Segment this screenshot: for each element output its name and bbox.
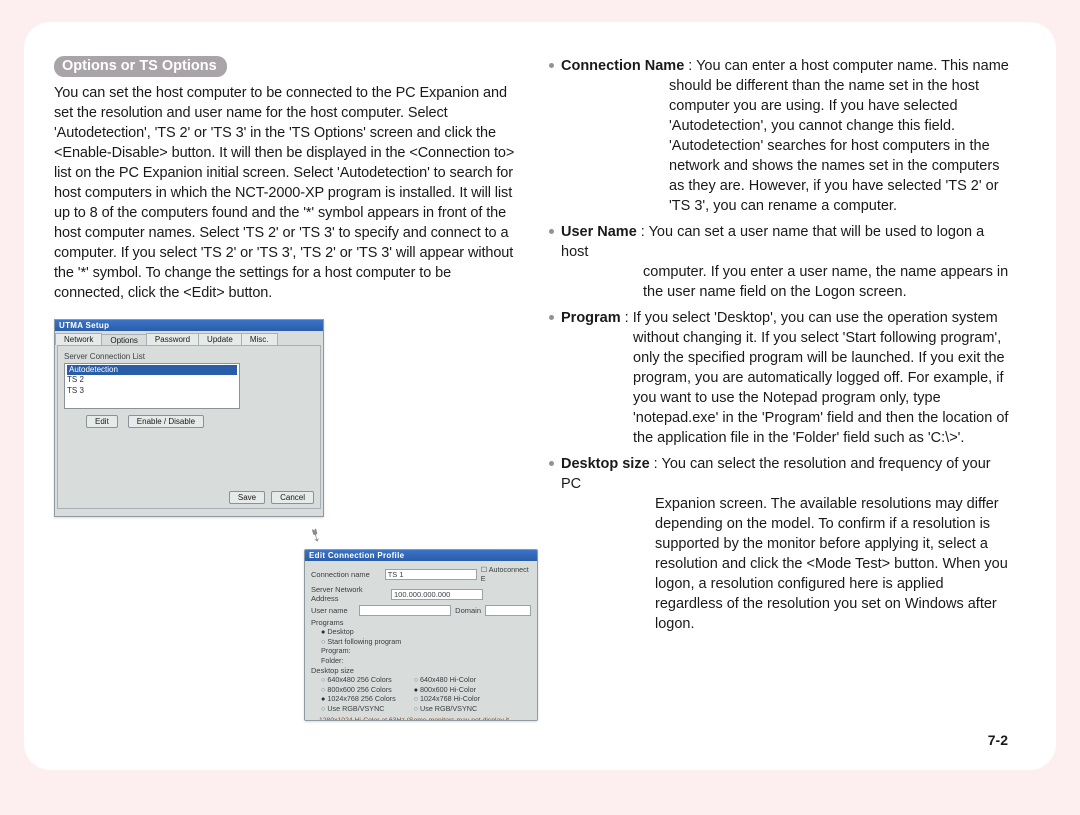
resolution-option[interactable]: 1024x768 256 Colors	[321, 694, 396, 704]
tab-network[interactable]: Network	[55, 333, 102, 345]
tab-update[interactable]: Update	[198, 333, 242, 345]
edit-button[interactable]: Edit	[86, 415, 118, 428]
tab-misc[interactable]: Misc.	[241, 333, 278, 345]
bullet-title: Program	[561, 310, 621, 326]
options-panel: Server Connection List Autodetection TS …	[57, 345, 321, 509]
tab-strip: Network Options Password Update Misc.	[55, 331, 323, 345]
server-list-label: Server Connection List	[64, 352, 314, 361]
server-address-label: Server Network Address	[311, 585, 387, 603]
user-name-input[interactable]	[359, 605, 451, 616]
bullet-title: Desktop size	[561, 456, 650, 472]
left-column: Options or TS Options You can set the ho…	[54, 56, 521, 750]
bullet-title: User Name	[561, 224, 637, 240]
programs-label: Programs	[311, 618, 531, 627]
domain-input[interactable]	[485, 605, 531, 616]
bullet-rest: should be different than the name set in…	[561, 76, 1014, 216]
list-item[interactable]: TS 2	[67, 375, 237, 385]
programs-group: Desktop Start following program Program:…	[321, 627, 531, 666]
resolution-option[interactable]: Use RGB/VSYNC	[321, 704, 396, 714]
radio-desktop[interactable]: Desktop	[321, 627, 531, 637]
manual-page: Options or TS Options You can set the ho…	[24, 22, 1056, 770]
folder-label: Folder:	[321, 656, 531, 666]
tab-password[interactable]: Password	[146, 333, 199, 345]
resolution-option[interactable]: 640x480 256 Colors	[321, 675, 396, 685]
section-title: Options or TS Options	[54, 56, 227, 77]
bullet-rest: Expanion screen. The available resolutio…	[561, 494, 1014, 634]
cancel-button[interactable]: Cancel	[271, 491, 314, 504]
resolution-option[interactable]: 800x600 Hi-Color	[414, 685, 480, 695]
right-column: Connection Name : You can enter a host c…	[547, 56, 1014, 750]
page-number: 7-2	[988, 732, 1008, 748]
screenshots-area: UTMA Setup Network Options Password Upda…	[54, 317, 521, 647]
desktop-size-label: Desktop size	[311, 666, 531, 675]
resolution-option[interactable]: 1024x768 Hi-Color	[414, 694, 480, 704]
bullet-title: Connection Name	[561, 58, 684, 74]
enable-disable-button[interactable]: Enable / Disable	[128, 415, 204, 428]
window-title: UTMA Setup	[55, 320, 323, 331]
bullet-rest: computer. If you enter a user name, the …	[561, 262, 1014, 302]
edit-profile-screenshot: Edit Connection Profile Connection name …	[304, 549, 538, 721]
options-body: You can set the host computer to be conn…	[54, 83, 521, 303]
resolution-option[interactable]: Use RGB/VSYNC	[414, 704, 480, 714]
connection-name-label: Connection name	[311, 570, 381, 579]
resolution-group: 640x480 256 Colors 800x600 256 Colors 10…	[321, 675, 531, 714]
radio-start-program[interactable]: Start following program	[321, 637, 531, 647]
resolution-option[interactable]: 800x600 256 Colors	[321, 685, 396, 695]
resolution-option[interactable]: 640x480 Hi-Color	[414, 675, 480, 685]
arrow-icon: ➷	[304, 523, 328, 549]
bullet-item: Connection Name : You can enter a host c…	[547, 56, 1014, 216]
list-item[interactable]: Autodetection	[67, 365, 237, 375]
domain-label: Domain	[455, 606, 481, 615]
list-item[interactable]: TS 3	[67, 386, 237, 396]
edit-profile-form: Connection name TS 1 Autoconnect E Serve…	[305, 561, 537, 721]
user-name-label: User name	[311, 606, 355, 615]
autoconnect-checkbox[interactable]: Autoconnect E	[481, 565, 531, 583]
bullet-rest: without changing it. If you select 'Star…	[561, 328, 1014, 448]
bullet-item: Program : If you select 'Desktop', you c…	[547, 308, 1014, 448]
bullet-item: Desktop size : You can select the resolu…	[547, 454, 1014, 634]
bullet-item: User Name : You can set a user name that…	[547, 222, 1014, 302]
bullet-lead: : If you select 'Desktop', you can use t…	[621, 310, 998, 326]
bullet-lead: : You can enter a host computer name. Th…	[684, 58, 1009, 74]
save-button[interactable]: Save	[229, 491, 265, 504]
resolution-note: 1280x1024 Hi-Color at 63Hz (Some monitor…	[319, 717, 531, 721]
ts-options-screenshot: UTMA Setup Network Options Password Upda…	[54, 319, 324, 517]
connection-name-input[interactable]: TS 1	[385, 569, 477, 580]
server-connection-list[interactable]: Autodetection TS 2 TS 3	[64, 363, 240, 409]
program-label: Program:	[321, 646, 531, 656]
server-address-input[interactable]: 100.000.000.000	[391, 589, 483, 600]
window-title: Edit Connection Profile	[305, 550, 537, 561]
